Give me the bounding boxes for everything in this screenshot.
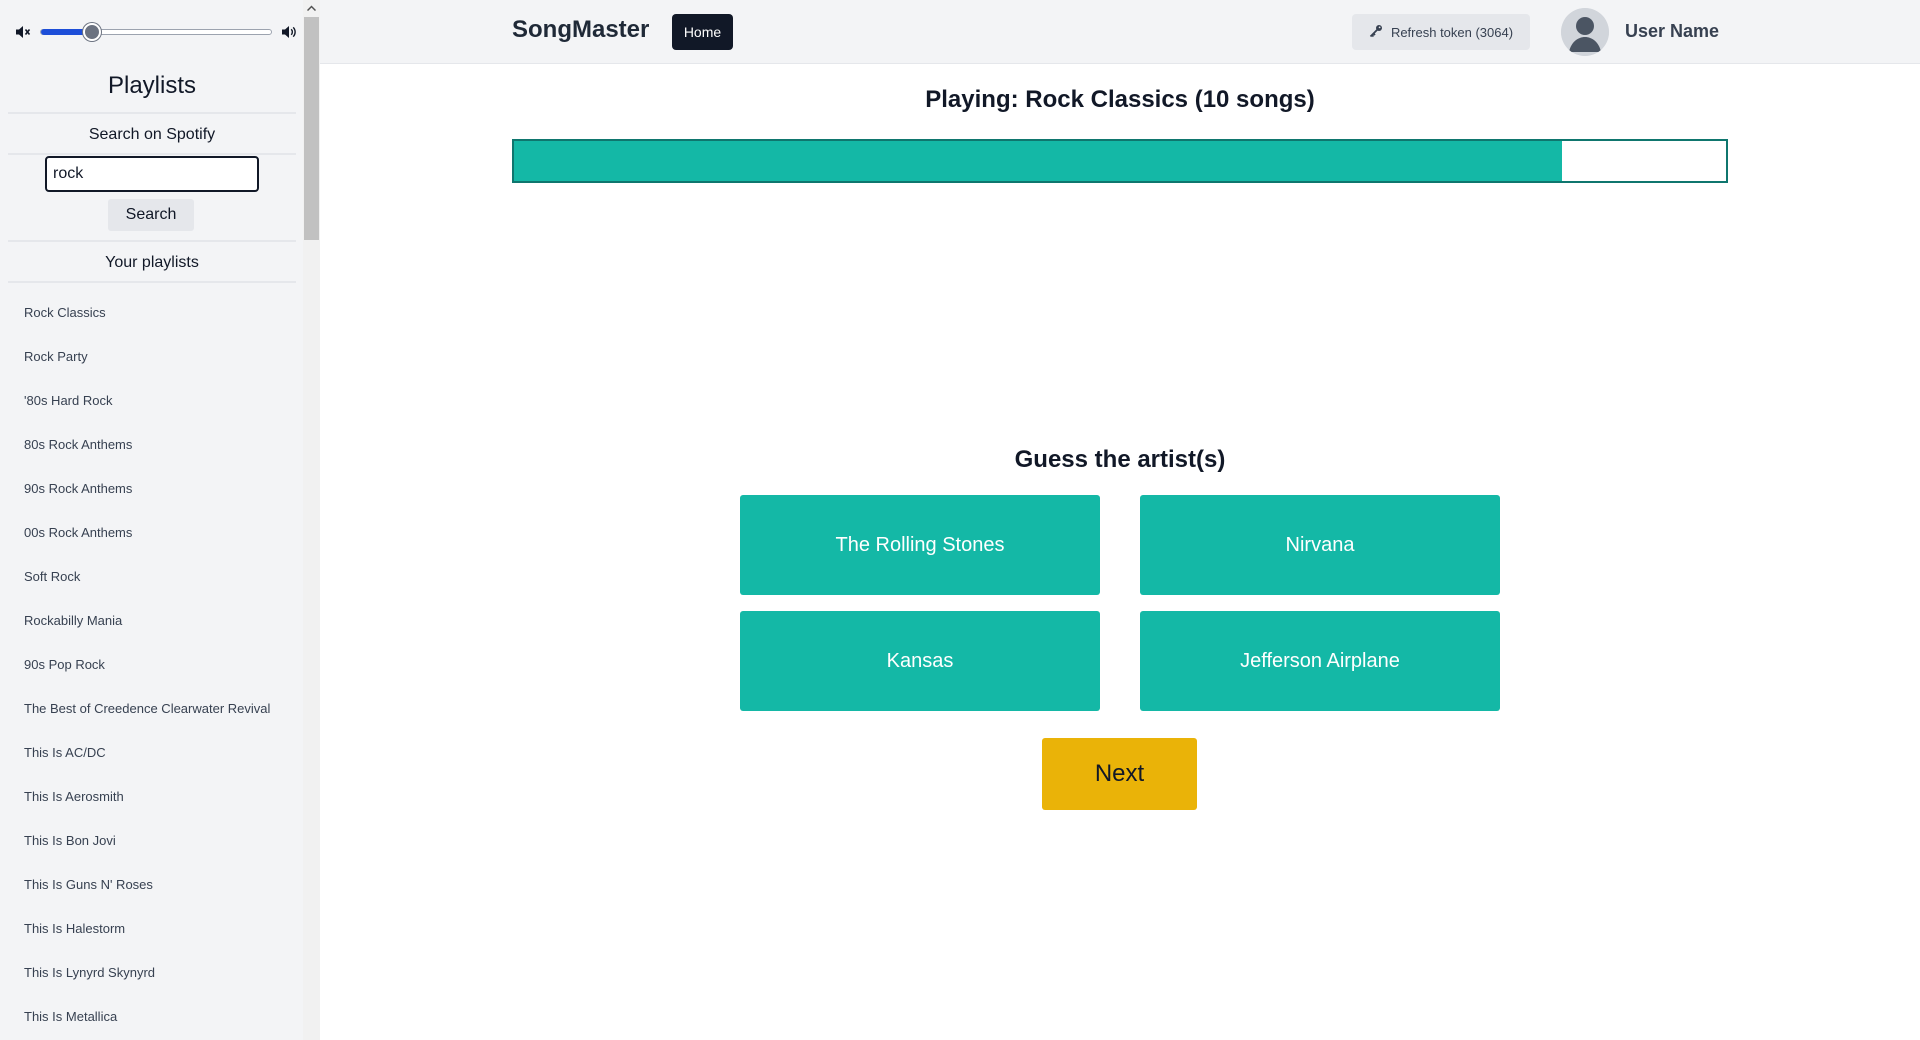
playlist-item[interactable]: Rockabilly Mania: [8, 598, 296, 642]
playlist-item[interactable]: This Is Aerosmith: [8, 774, 296, 818]
speaker-mute-icon[interactable]: [14, 23, 32, 41]
playlist-item[interactable]: 90s Rock Anthems: [8, 466, 296, 510]
avatar[interactable]: [1561, 8, 1609, 56]
user-silhouette-icon: [1561, 8, 1609, 56]
answer-button-2[interactable]: Nirvana: [1140, 495, 1500, 595]
search-heading: Search on Spotify: [88, 126, 216, 143]
top-header: SongMaster Home Refresh token (3064) Use…: [320, 0, 1920, 64]
playlist-item[interactable]: This Is Lynyrd Skynyrd: [8, 950, 296, 994]
playlist-item[interactable]: 80s Rock Anthems: [8, 422, 296, 466]
playlist-item[interactable]: 90s Pop Rock: [8, 642, 296, 686]
divider: [8, 240, 296, 242]
volume-control: [14, 20, 298, 44]
playlist-item[interactable]: '80s Hard Rock: [8, 378, 296, 422]
song-progress-fill: [514, 141, 1563, 181]
refresh-token-button[interactable]: Refresh token (3064): [1352, 14, 1530, 50]
playlist-item[interactable]: Soft Rock: [8, 554, 296, 598]
sidebar-scrollbar[interactable]: [303, 0, 320, 1040]
brand-logo-text[interactable]: SongMaster: [512, 16, 649, 44]
playlist-item[interactable]: This Is Guns N' Roses: [8, 862, 296, 906]
song-progress-bar: [512, 139, 1728, 183]
scrollbar-thumb[interactable]: [304, 17, 319, 240]
playlist-item[interactable]: Rock Classics: [8, 290, 296, 334]
playlist-item[interactable]: This Is Metallica: [8, 994, 296, 1038]
sidebar-title: Playlists: [107, 72, 197, 99]
playlist-list: Rock Classics Rock Party '80s Hard Rock 80s…: [8, 290, 296, 1038]
next-button[interactable]: Next: [1042, 738, 1197, 810]
sidebar-content: Playlists Search on Spotify Search Your …: [8, 0, 296, 1040]
sidebar: Playlists Search on Spotify Search Your …: [0, 0, 320, 1040]
scroll-up-arrow-icon[interactable]: [303, 0, 320, 16]
search-button[interactable]: Search: [108, 199, 194, 231]
answer-button-4[interactable]: Jefferson Airplane: [1140, 611, 1500, 711]
guess-prompt: Guess the artist(s): [1014, 446, 1226, 473]
divider: [8, 153, 296, 155]
refresh-token-label: Refresh token (3064): [1390, 24, 1514, 40]
playlist-item[interactable]: 00s Rock Anthems: [8, 510, 296, 554]
speaker-loud-icon[interactable]: [280, 23, 298, 41]
your-playlists-heading: Your playlists: [105, 254, 199, 271]
playlist-item[interactable]: This Is Bon Jovi: [8, 818, 296, 862]
user-name[interactable]: User Name: [1625, 21, 1719, 42]
volume-slider[interactable]: [40, 23, 272, 41]
answer-button-1[interactable]: The Rolling Stones: [740, 495, 1100, 595]
answer-button-3[interactable]: Kansas: [740, 611, 1100, 711]
playlist-item[interactable]: Rock Party: [8, 334, 296, 378]
divider: [8, 281, 296, 283]
key-icon: [1369, 24, 1383, 41]
search-input[interactable]: [45, 156, 259, 192]
home-button[interactable]: Home: [672, 14, 733, 50]
divider: [8, 112, 296, 114]
playlist-item[interactable]: The Best of Creedence Clearwater Revival: [8, 686, 296, 730]
now-playing-title: Playing: Rock Classics (10 songs): [925, 86, 1315, 113]
volume-slider-thumb[interactable]: [82, 23, 101, 41]
playlist-item[interactable]: This Is Halestorm: [8, 906, 296, 950]
playlist-item[interactable]: This Is AC/DC: [8, 730, 296, 774]
